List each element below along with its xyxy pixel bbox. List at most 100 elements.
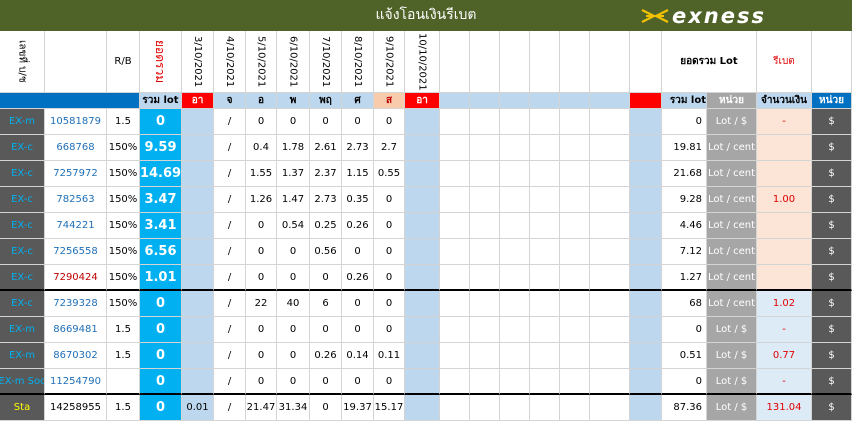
row-day-value[interactable]: 2.73 [342, 135, 374, 161]
row-total[interactable]: 3.47 [140, 187, 182, 213]
row-blank[interactable] [560, 213, 590, 239]
row-day-value[interactable]: 0 [374, 239, 405, 265]
header-rb[interactable]: R/B [107, 31, 140, 93]
row-day-value[interactable]: 0 [374, 369, 405, 395]
row-day-value[interactable] [405, 291, 440, 317]
row-total[interactable]: 3.41 [140, 213, 182, 239]
row-day-value[interactable] [182, 343, 214, 369]
row-day-value[interactable]: 2.73 [310, 187, 342, 213]
row-blank[interactable] [470, 109, 500, 135]
row-day-value[interactable] [182, 213, 214, 239]
row-amount[interactable] [757, 265, 812, 291]
row-blank[interactable] [630, 109, 662, 135]
row-total[interactable]: 0 [140, 109, 182, 135]
row-blank[interactable] [590, 369, 630, 395]
row-blank[interactable] [440, 135, 470, 161]
row-total[interactable]: 0 [140, 395, 182, 421]
row-blank[interactable] [590, 239, 630, 265]
row-amount[interactable] [757, 213, 812, 239]
row-blank[interactable] [630, 187, 662, 213]
subheader-day[interactable]: พ [277, 93, 310, 109]
row-day-value[interactable]: 0 [310, 265, 342, 291]
header-blank[interactable] [630, 31, 662, 93]
row-blank[interactable] [530, 239, 560, 265]
row-day-value[interactable]: 0.26 [342, 213, 374, 239]
row-blank[interactable] [470, 343, 500, 369]
row-blank[interactable] [590, 291, 630, 317]
row-day-value[interactable]: 0 [342, 291, 374, 317]
row-blank[interactable] [630, 161, 662, 187]
row-day-value[interactable] [405, 161, 440, 187]
row-blank[interactable] [630, 369, 662, 395]
row-blank[interactable] [530, 291, 560, 317]
row-day-value[interactable]: 1.55 [246, 161, 277, 187]
row-account[interactable]: 8670302 [45, 343, 107, 369]
row-day-value[interactable]: 0.26 [342, 265, 374, 291]
row-day-value[interactable] [182, 135, 214, 161]
row-blank[interactable] [590, 187, 630, 213]
row-unit[interactable]: Lot / $ [707, 109, 757, 135]
row-blank[interactable] [530, 265, 560, 291]
row-total[interactable]: 6.56 [140, 239, 182, 265]
row-day-value[interactable] [405, 109, 440, 135]
row-rb[interactable]: 150% [107, 161, 140, 187]
row-type[interactable]: EX-c [0, 187, 45, 213]
row-day-value[interactable]: 0 [374, 265, 405, 291]
row-currency[interactable]: $ [812, 213, 852, 239]
row-total[interactable]: 0 [140, 317, 182, 343]
row-day-value[interactable]: 0 [374, 213, 405, 239]
row-day-value[interactable]: 0 [277, 265, 310, 291]
row-day-value[interactable]: 0 [374, 317, 405, 343]
header-blank[interactable] [440, 31, 470, 93]
row-day-value[interactable]: 0 [277, 369, 310, 395]
row-account[interactable]: 11254790 [45, 369, 107, 395]
row-currency[interactable]: $ [812, 161, 852, 187]
row-blank[interactable] [530, 161, 560, 187]
subheader-amount[interactable]: จำนวนเงิน [757, 93, 812, 109]
row-day-value[interactable] [405, 187, 440, 213]
row-day-value[interactable]: 0.01 [182, 395, 214, 421]
row-total[interactable]: 0 [140, 291, 182, 317]
row-blank[interactable] [560, 343, 590, 369]
row-blank[interactable] [500, 135, 530, 161]
row-day-value[interactable]: 0 [246, 239, 277, 265]
row-blank[interactable] [590, 395, 630, 421]
row-day-value[interactable] [182, 109, 214, 135]
row-blank[interactable] [560, 395, 590, 421]
row-day-value[interactable] [182, 265, 214, 291]
row-blank[interactable] [530, 187, 560, 213]
row-blank[interactable] [500, 109, 530, 135]
row-currency[interactable]: $ [812, 187, 852, 213]
row-blank[interactable] [470, 161, 500, 187]
row-account[interactable]: 7257972 [45, 161, 107, 187]
row-day-value[interactable]: 2.7 [374, 135, 405, 161]
row-day-value[interactable] [182, 369, 214, 395]
row-sum-lot[interactable]: 0 [662, 109, 707, 135]
row-day-value[interactable]: 0 [246, 265, 277, 291]
subheader-blank[interactable] [560, 93, 590, 109]
row-day-value[interactable] [405, 213, 440, 239]
row-blank[interactable] [530, 317, 560, 343]
row-blank[interactable] [440, 343, 470, 369]
row-amount[interactable]: - [757, 369, 812, 395]
row-account[interactable]: 7290424 [45, 265, 107, 291]
row-blank[interactable] [500, 369, 530, 395]
row-day-value[interactable]: / [214, 265, 246, 291]
row-blank[interactable] [470, 369, 500, 395]
row-blank[interactable] [440, 239, 470, 265]
row-blank[interactable] [470, 239, 500, 265]
row-day-value[interactable]: 0.25 [310, 213, 342, 239]
row-type[interactable]: EX-c [0, 239, 45, 265]
row-unit[interactable]: Lot / $ [707, 395, 757, 421]
row-amount[interactable] [757, 239, 812, 265]
header-date[interactable]: 5/10/2021 [246, 31, 277, 93]
header-account[interactable]: เลขที่ บ/ช [0, 31, 45, 93]
row-blank[interactable] [530, 213, 560, 239]
row-day-value[interactable] [182, 187, 214, 213]
row-type[interactable]: EX-c [0, 161, 45, 187]
row-sum-lot[interactable]: 68 [662, 291, 707, 317]
row-blank[interactable] [560, 317, 590, 343]
row-amount[interactable]: 0.77 [757, 343, 812, 369]
subheader-day[interactable]: จ [214, 93, 246, 109]
row-amount[interactable]: - [757, 109, 812, 135]
